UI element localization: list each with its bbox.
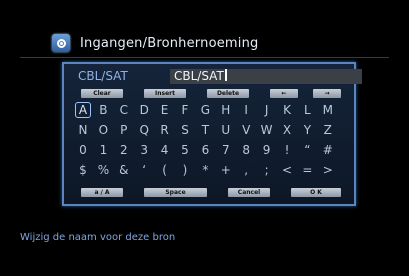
char-key[interactable]: F <box>177 102 193 118</box>
char-key[interactable]: = <box>299 162 315 178</box>
help-text: Wijzig de naam voor deze bron <box>20 232 176 243</box>
char-key[interactable]: I <box>238 102 254 118</box>
char-key[interactable]: , <box>238 162 254 178</box>
char-key[interactable]: < <box>279 162 295 178</box>
source-settings-icon <box>52 34 70 52</box>
char-key[interactable]: X <box>279 122 295 138</box>
char-key[interactable]: ; <box>259 162 275 178</box>
name-row: CBL/SAT CBL/SAT <box>78 69 362 85</box>
char-key[interactable]: ! <box>279 142 295 158</box>
char-key[interactable]: 9 <box>259 142 275 158</box>
char-key[interactable]: O <box>95 122 111 138</box>
char-key[interactable]: 6 <box>197 142 213 158</box>
char-key[interactable]: B <box>95 102 111 118</box>
char-key[interactable]: 0 <box>75 142 91 158</box>
ok-button[interactable]: O K <box>291 188 341 197</box>
cursor-right-button[interactable]: → <box>313 89 341 98</box>
clear-button[interactable]: Clear <box>81 89 123 98</box>
rename-keyboard-panel: CBL/SAT CBL/SAT Clear Insert Delete ← → … <box>62 62 362 206</box>
char-key[interactable]: P <box>116 122 132 138</box>
char-key[interactable]: E <box>157 102 173 118</box>
char-key[interactable]: 7 <box>218 142 234 158</box>
char-key[interactable]: K <box>279 102 295 118</box>
char-key[interactable]: # <box>320 142 336 158</box>
char-key[interactable]: T <box>197 122 213 138</box>
char-key[interactable]: Z <box>320 122 336 138</box>
char-key[interactable]: H <box>218 102 234 118</box>
char-key[interactable]: * <box>197 162 213 178</box>
char-key[interactable]: G <box>197 102 213 118</box>
space-button[interactable]: Space <box>144 188 207 197</box>
char-key[interactable]: C <box>116 102 132 118</box>
insert-button[interactable]: Insert <box>144 89 186 98</box>
char-key[interactable]: ) <box>177 162 193 178</box>
char-key[interactable]: $ <box>75 162 91 178</box>
char-key[interactable]: 3 <box>136 142 152 158</box>
char-key[interactable]: 2 <box>116 142 132 158</box>
char-key[interactable]: D <box>136 102 152 118</box>
cursor-left-button[interactable]: ← <box>270 89 298 98</box>
char-key[interactable]: Q <box>136 122 152 138</box>
char-key[interactable]: U <box>218 122 234 138</box>
char-key[interactable]: J <box>259 102 275 118</box>
name-input[interactable]: CBL/SAT <box>170 69 362 84</box>
case-toggle-button[interactable]: a / A <box>81 188 123 197</box>
char-key[interactable]: Y <box>299 122 315 138</box>
char-key[interactable]: R <box>157 122 173 138</box>
edit-button-row: Clear Insert Delete ← → <box>81 89 341 98</box>
char-key[interactable]: ‘ <box>136 162 152 178</box>
text-cursor <box>224 69 227 81</box>
char-key[interactable]: + <box>218 162 234 178</box>
char-key[interactable]: A <box>75 102 91 118</box>
header-divider <box>20 57 389 58</box>
char-key[interactable]: N <box>75 122 91 138</box>
char-key[interactable]: ( <box>157 162 173 178</box>
char-key[interactable]: 5 <box>177 142 193 158</box>
char-key[interactable]: W <box>259 122 275 138</box>
screen: Ingangen/Bronhernoeming CBL/SAT CBL/SAT … <box>0 0 409 276</box>
char-key[interactable]: 1 <box>95 142 111 158</box>
source-label: CBL/SAT <box>78 69 128 83</box>
char-key[interactable]: % <box>95 162 111 178</box>
cancel-button[interactable]: Cancel <box>228 188 270 197</box>
name-input-text: CBL/SAT <box>174 69 227 84</box>
char-key[interactable]: 8 <box>238 142 254 158</box>
char-key[interactable]: > <box>320 162 336 178</box>
char-key[interactable]: L <box>299 102 315 118</box>
action-button-row: a / A Space Cancel O K <box>81 188 341 197</box>
char-key[interactable]: 4 <box>157 142 173 158</box>
char-key[interactable]: S <box>177 122 193 138</box>
char-key[interactable]: “ <box>299 142 315 158</box>
char-key[interactable]: V <box>238 122 254 138</box>
page-title: Ingangen/Bronhernoeming <box>80 35 259 51</box>
char-key[interactable]: & <box>116 162 132 178</box>
header: Ingangen/Bronhernoeming <box>52 32 258 54</box>
char-key[interactable]: M <box>320 102 336 118</box>
delete-button[interactable]: Delete <box>207 89 249 98</box>
